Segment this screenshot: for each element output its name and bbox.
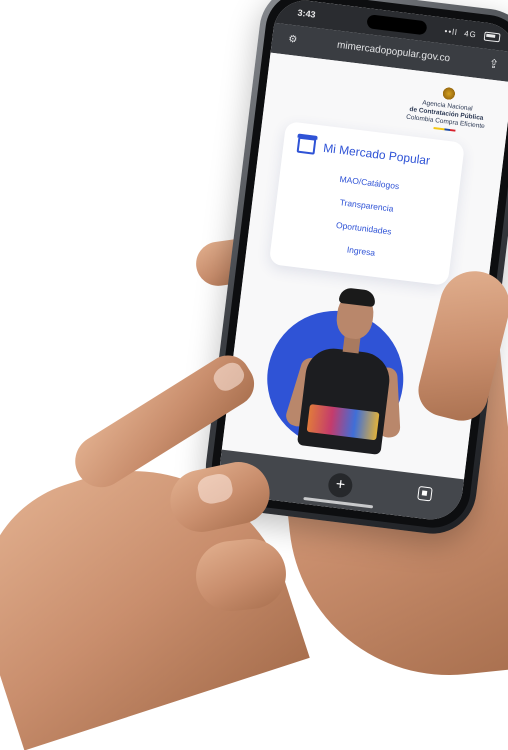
menu-card: Mi Mercado Popular MAO/Catálogos Transpa… bbox=[268, 121, 465, 286]
fingernail bbox=[195, 471, 235, 507]
menu-header: Mi Mercado Popular bbox=[296, 136, 457, 176]
dynamic-island bbox=[366, 14, 428, 36]
colombia-crest-icon bbox=[441, 85, 457, 102]
menu-links: MAO/Catálogos Transparencia Oportunidade… bbox=[270, 167, 460, 280]
person-shirt bbox=[296, 345, 393, 455]
phone-screen: 3:43 ••ll 4G ⚙ mimercadopopular.gov.co ⇪ bbox=[216, 0, 508, 524]
menu-title: Mi Mercado Popular bbox=[322, 140, 431, 168]
smartphone: 3:43 ••ll 4G ⚙ mimercadopopular.gov.co ⇪ bbox=[200, 0, 508, 539]
status-icons: ••ll 4G bbox=[444, 26, 501, 43]
add-tab-icon[interactable]: + bbox=[326, 471, 354, 499]
phone-bezel: 3:43 ••ll 4G ⚙ mimercadopopular.gov.co ⇪ bbox=[207, 0, 508, 532]
home-indicator bbox=[303, 496, 374, 509]
signal-icon: ••ll bbox=[444, 26, 459, 38]
battery-icon bbox=[483, 31, 501, 43]
colombia-flag-bar bbox=[433, 127, 456, 132]
tabs-icon[interactable] bbox=[417, 485, 433, 502]
agency-header: Agencia Nacional de Contratación Pública… bbox=[399, 81, 496, 136]
store-icon bbox=[296, 136, 317, 155]
share-icon[interactable]: ⇪ bbox=[488, 56, 500, 71]
fingernail bbox=[209, 358, 248, 395]
network-label: 4G bbox=[463, 29, 478, 40]
scene: 3:43 ••ll 4G ⚙ mimercadopopular.gov.co ⇪ bbox=[0, 0, 508, 750]
hero-image bbox=[254, 275, 442, 455]
status-time: 3:43 bbox=[297, 7, 317, 20]
